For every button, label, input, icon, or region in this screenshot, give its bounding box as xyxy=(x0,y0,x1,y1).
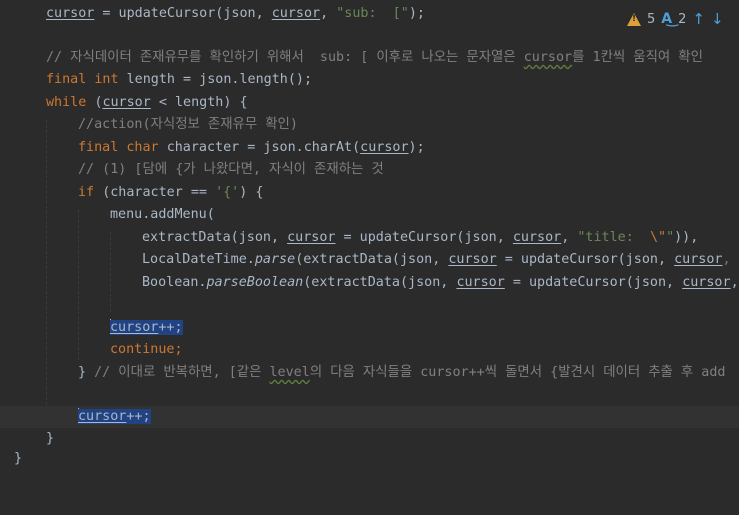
code-token: cursor xyxy=(360,140,408,155)
code-line: final int length = json.length(); xyxy=(0,69,739,91)
typo-count[interactable]: 2 xyxy=(678,12,686,27)
code-keyword: final xyxy=(46,72,94,87)
code-escape: \" xyxy=(650,230,666,245)
code-token: cursor xyxy=(46,6,94,21)
code-token: cursor xyxy=(674,252,722,267)
code-line: } xyxy=(0,448,739,470)
code-keyword: char xyxy=(126,140,166,155)
code-token: , xyxy=(561,230,577,245)
code-line: // (1) [담에 {가 나왔다면, 자식이 존재하는 것 xyxy=(0,159,739,181)
code-token: cursor xyxy=(456,275,504,290)
code-token: cursor xyxy=(287,230,335,245)
code-token-selected: ++; xyxy=(126,409,150,424)
typo-icon[interactable]: A͜ xyxy=(661,11,672,27)
inspection-widget[interactable]: 5 A͜ 2 ↑ ↓ xyxy=(627,8,739,30)
warning-count[interactable]: 5 xyxy=(647,12,655,27)
code-token: LocalDateTime. xyxy=(142,252,255,267)
code-line: LocalDateTime.parse(extractData(json, cu… xyxy=(0,249,739,271)
code-token: , xyxy=(320,6,336,21)
code-line: continue; xyxy=(0,339,739,361)
code-token-selected: cursor xyxy=(78,409,126,424)
code-comment: 의 다음 자식들을 cursor++씩 돌면서 {발견시 데이터 추출 후 ad… xyxy=(310,365,726,380)
code-keyword: continue; xyxy=(110,339,183,361)
code-line: // 자식데이터 존재유무를 확인하기 위해서 sub: [ 이후로 나오는 문… xyxy=(0,47,739,69)
code-comment: cursor xyxy=(524,50,572,65)
arrow-up-icon[interactable]: ↑ xyxy=(692,10,705,28)
code-line: Boolean.parseBoolean(extractData(json, c… xyxy=(0,272,739,294)
code-string: '{' xyxy=(215,185,239,200)
warning-triangle-icon[interactable] xyxy=(627,13,641,26)
code-method: parse xyxy=(255,252,295,267)
code-token: character = json.charAt( xyxy=(167,140,360,155)
code-token: cursor xyxy=(102,95,150,110)
code-token: "sub: [" xyxy=(336,6,409,21)
code-token: length = json.length(); xyxy=(127,72,312,87)
code-token: (extractData(json, xyxy=(295,252,448,267)
code-comment: level xyxy=(270,365,310,380)
code-token: ); xyxy=(409,6,425,21)
code-token: cursor xyxy=(682,275,730,290)
arrow-down-icon[interactable]: ↓ xyxy=(711,10,724,28)
code-line: extractData(json, cursor = updateCursor(… xyxy=(0,227,739,249)
code-token: , xyxy=(731,275,739,290)
code-comment: // (1) [담에 {가 나왔다면, 자식이 존재하는 것 xyxy=(78,159,384,181)
code-token: ) { xyxy=(239,185,263,200)
code-token: } xyxy=(78,365,94,380)
code-token: menu.addMenu( xyxy=(110,204,215,226)
code-line: menu.addMenu( xyxy=(0,204,739,226)
code-string: "title: xyxy=(577,230,650,245)
code-keyword: while xyxy=(46,95,94,110)
code-token: )), xyxy=(674,230,698,245)
code-line: if (character == '{') { xyxy=(0,182,739,204)
code-line: cursor++; xyxy=(0,317,739,339)
code-token: < length) { xyxy=(151,95,248,110)
code-token: cursor xyxy=(272,6,320,21)
code-editor[interactable]: cursor = updateCursor(json, cursor, "sub… xyxy=(0,0,739,462)
code-comment: 를 1칸씩 움직여 확인 xyxy=(572,50,703,65)
code-token: ); xyxy=(409,140,425,155)
code-line: //action(자식정보 존재유무 확인) xyxy=(0,114,739,136)
code-token: = updateCursor(json, xyxy=(336,230,513,245)
code-line: final char character = json.charAt(curso… xyxy=(0,137,739,159)
code-token-selected: ++; xyxy=(158,320,182,335)
code-comment: // 자식데이터 존재유무를 확인하기 위해서 sub: [ 이후로 나오는 문… xyxy=(46,50,524,65)
code-keyword: if xyxy=(78,185,102,200)
code-token: cursor xyxy=(448,252,496,267)
code-token-selected: cursor xyxy=(110,320,158,335)
code-token: cursor xyxy=(513,230,561,245)
code-token: } xyxy=(14,448,22,470)
code-comment: // 이대로 반복하면, [같은 xyxy=(94,365,269,380)
code-token: Boolean. xyxy=(142,275,207,290)
code-keyword: final xyxy=(78,140,126,155)
code-line: } // 이대로 반복하면, [같은 level의 다음 자식들을 cursor… xyxy=(0,362,739,384)
code-string: , " xyxy=(723,252,739,267)
code-token: = updateCursor(json, xyxy=(505,275,682,290)
code-line: while (cursor < length) { xyxy=(0,92,739,114)
code-string: " xyxy=(666,230,674,245)
code-method: parseBoolean xyxy=(207,275,304,290)
code-token: = updateCursor(json, xyxy=(94,6,271,21)
code-token: extractData(json, xyxy=(142,230,287,245)
code-keyword: int xyxy=(94,72,126,87)
current-line: cursor++; xyxy=(0,406,739,428)
code-token: (character == xyxy=(102,185,215,200)
code-token: (extractData(json, xyxy=(303,275,456,290)
code-token: = updateCursor(json, xyxy=(497,252,674,267)
code-comment: //action(자식정보 존재유무 확인) xyxy=(78,114,298,136)
